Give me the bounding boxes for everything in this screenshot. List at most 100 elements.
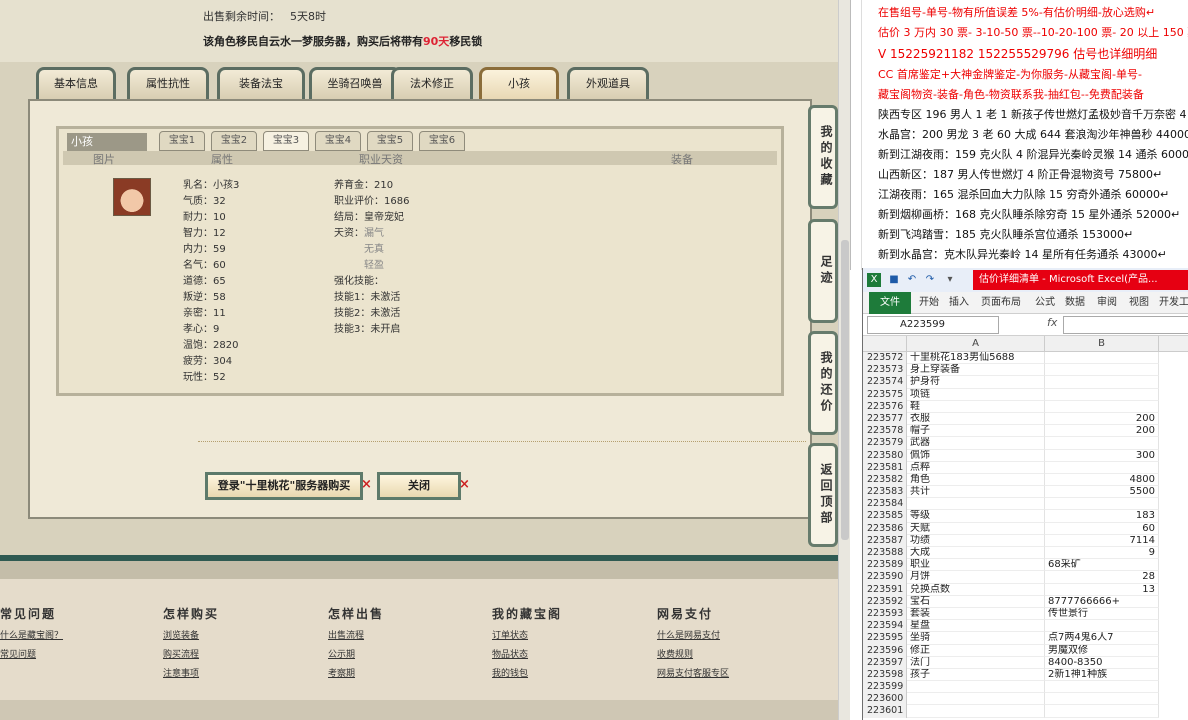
cell-b[interactable]: 8400-8350 [1045, 656, 1159, 669]
sub-tab-baby-5[interactable]: 宝宝5 [367, 131, 413, 151]
cell-a[interactable]: 法门 [907, 656, 1045, 669]
buy-button[interactable]: 登录"十里桃花"服务器购买 [205, 472, 363, 500]
cell-b[interactable]: 200 [1045, 412, 1159, 426]
column-header-a[interactable]: A [907, 336, 1045, 352]
cell-a[interactable]: 天赋 [907, 522, 1045, 535]
row-number[interactable]: 223596 [863, 644, 907, 657]
row-number[interactable]: 223586 [863, 522, 907, 535]
tab-child[interactable]: 小孩 [479, 67, 559, 99]
menu-review[interactable]: 审阅 [1097, 292, 1117, 314]
footer-link[interactable]: 注意事项 [163, 666, 219, 679]
menu-data[interactable]: 数据 [1065, 292, 1085, 314]
row-number[interactable]: 223580 [863, 449, 907, 462]
cell-a[interactable]: 护身符 [907, 376, 1045, 389]
cell-a[interactable] [907, 498, 1045, 511]
my-offers-button[interactable]: 我的还价 [808, 331, 838, 435]
footer-link[interactable]: 什么是网易支付 [657, 628, 729, 641]
scroll-thumb[interactable] [841, 240, 849, 540]
cell-a[interactable]: 武器 [907, 437, 1045, 450]
footer-link[interactable]: 出售流程 [328, 628, 384, 641]
row-number[interactable]: 223597 [863, 656, 907, 669]
row-number[interactable]: 223592 [863, 595, 907, 608]
footer-link[interactable]: 订单状态 [492, 628, 562, 641]
row-number[interactable]: 223575 [863, 388, 907, 401]
cell-a[interactable]: 衣服 [907, 412, 1045, 426]
menu-developer[interactable]: 开发工 [1159, 292, 1188, 314]
cell-b[interactable] [1045, 620, 1159, 633]
sub-tab-baby-2[interactable]: 宝宝2 [211, 131, 257, 151]
menu-formulas[interactable]: 公式 [1035, 292, 1055, 314]
cell-b[interactable]: 300 [1045, 449, 1159, 462]
row-number[interactable]: 223581 [863, 461, 907, 474]
cell-a[interactable] [907, 681, 1045, 694]
cell-b[interactable]: 60 [1045, 522, 1159, 535]
footer-link[interactable]: 购买流程 [163, 647, 219, 660]
cell-a[interactable]: 项链 [907, 388, 1045, 401]
redo-icon[interactable]: ↷ [923, 273, 937, 287]
cell-b[interactable]: 9 [1045, 547, 1159, 560]
row-number[interactable]: 223600 [863, 693, 907, 706]
cell-a[interactable]: 职业 [907, 559, 1045, 572]
row-number[interactable]: 223583 [863, 486, 907, 499]
cell-a[interactable]: 星盘 [907, 620, 1045, 633]
cell-a[interactable]: 帽子 [907, 425, 1045, 438]
sub-tab-baby-4[interactable]: 宝宝4 [315, 131, 361, 151]
sub-tab-baby-1[interactable]: 宝宝1 [159, 131, 205, 151]
tab-basic-info[interactable]: 基本信息 [36, 67, 116, 99]
cell-b[interactable]: 183 [1045, 510, 1159, 523]
cell-b[interactable]: 4800 [1045, 473, 1159, 487]
cell-b[interactable] [1045, 376, 1159, 389]
footer-link[interactable]: 公示期 [328, 647, 384, 660]
row-number[interactable]: 223601 [863, 705, 907, 718]
row-number[interactable]: 223591 [863, 583, 907, 596]
cell-a[interactable]: 兑换点数 [907, 583, 1045, 596]
cell-b[interactable] [1045, 693, 1159, 706]
cell-b[interactable]: 传世景行 [1045, 607, 1159, 621]
sub-tab-baby-6[interactable]: 宝宝6 [419, 131, 465, 151]
save-icon[interactable]: ■ [887, 273, 901, 287]
cell-b[interactable]: 8777766666+ [1045, 595, 1159, 608]
tab-spells[interactable]: 法术修正 [391, 67, 473, 99]
row-number[interactable]: 223588 [863, 547, 907, 560]
cell-b[interactable] [1045, 437, 1159, 450]
row-number[interactable]: 223572 [863, 352, 907, 365]
tab-attributes[interactable]: 属性抗性 [127, 67, 209, 99]
row-number[interactable]: 223587 [863, 534, 907, 547]
close-button[interactable]: 关闭 [377, 472, 461, 500]
tab-equipment[interactable]: 装备法宝 [217, 67, 305, 99]
menu-home[interactable]: 开始 [919, 292, 939, 314]
column-header-c[interactable] [1159, 336, 1188, 352]
row-number[interactable]: 223582 [863, 473, 907, 487]
cell-a[interactable]: 佩饰 [907, 449, 1045, 462]
menu-view[interactable]: 视图 [1129, 292, 1149, 314]
undo-icon[interactable]: ↶ [905, 273, 919, 287]
row-number[interactable]: 223593 [863, 607, 907, 621]
cell-a[interactable]: 月饼 [907, 571, 1045, 584]
column-header-b[interactable]: B [1045, 336, 1159, 352]
favorites-button[interactable]: 我的收藏 [808, 105, 838, 209]
cell-a[interactable]: 共计 [907, 486, 1045, 499]
fx-icon[interactable]: fx [1047, 316, 1057, 329]
footer-link[interactable]: 考察期 [328, 666, 384, 679]
cell-b[interactable]: 28 [1045, 571, 1159, 584]
row-number[interactable]: 223577 [863, 412, 907, 426]
cell-a[interactable]: 角色 [907, 473, 1045, 487]
footer-link[interactable]: 我的钱包 [492, 666, 562, 679]
cell-b[interactable] [1045, 364, 1159, 377]
footer-link[interactable]: 常见问题 [0, 647, 63, 660]
cell-b[interactable]: 13 [1045, 583, 1159, 596]
cell-b[interactable] [1045, 498, 1159, 511]
cell-b[interactable]: 200 [1045, 425, 1159, 438]
footprint-button[interactable]: 足迹 [808, 219, 838, 323]
row-number[interactable]: 223595 [863, 632, 907, 645]
row-number[interactable]: 223585 [863, 510, 907, 523]
footer-link[interactable]: 物品状态 [492, 647, 562, 660]
cell-a[interactable] [907, 693, 1045, 706]
footer-link[interactable]: 浏览装备 [163, 628, 219, 641]
cell-a[interactable]: 套装 [907, 607, 1045, 621]
customize-dropdown-icon[interactable]: ▾ [943, 273, 957, 287]
row-number[interactable]: 223590 [863, 571, 907, 584]
row-number[interactable]: 223576 [863, 400, 907, 413]
tab-mounts[interactable]: 坐骑召唤兽 [309, 67, 401, 99]
row-number[interactable]: 223594 [863, 620, 907, 633]
